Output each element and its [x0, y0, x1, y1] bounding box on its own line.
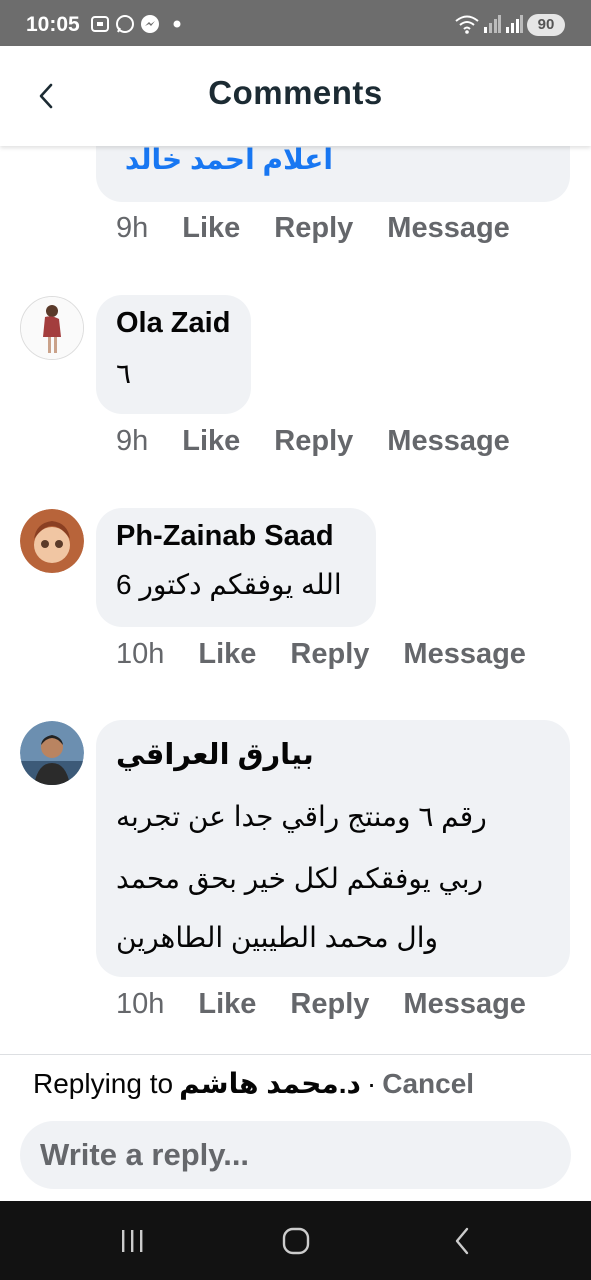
- replying-to-bar: Replying to د.محمد هاشم · Cancel: [33, 1067, 474, 1100]
- message-button[interactable]: Message: [387, 212, 510, 245]
- home-icon: [282, 1227, 310, 1255]
- comment-actions-partial: 9h Like Reply Message: [116, 212, 544, 245]
- whatsapp-icon: [115, 15, 135, 33]
- dot-icon: [172, 15, 182, 33]
- back-nav-icon: [455, 1227, 469, 1255]
- header: Comments: [0, 46, 591, 146]
- comment-text-line: رقم ٦ ومنتج راقي جدا عن تجربه: [116, 801, 487, 832]
- comment-time: 9h: [116, 212, 149, 244]
- commenter-name-partial[interactable]: اعلام احمد خالد: [125, 143, 333, 176]
- avatar[interactable]: [20, 296, 84, 360]
- home-button[interactable]: [276, 1223, 316, 1259]
- comment-time: 10h: [116, 988, 165, 1020]
- back-nav-button[interactable]: [442, 1223, 482, 1259]
- separator-dot: ·: [366, 1067, 377, 1099]
- status-time: 10:05: [26, 13, 80, 36]
- wifi-icon: [454, 15, 480, 34]
- comment-text: ٦: [116, 358, 132, 389]
- comment-actions: 9h Like Reply Message: [116, 425, 544, 458]
- reply-input[interactable]: Write a reply...: [20, 1121, 571, 1189]
- commenter-name[interactable]: Ph-Zainab Saad: [116, 520, 334, 553]
- battery-indicator: 90: [527, 14, 565, 36]
- message-button[interactable]: Message: [387, 425, 510, 458]
- recent-apps-icon: [122, 1230, 143, 1252]
- comment-time: 9h: [116, 425, 149, 457]
- message-button[interactable]: Message: [403, 638, 526, 671]
- messenger-icon: [140, 15, 160, 33]
- reply-button[interactable]: Reply: [290, 638, 369, 671]
- comment-text: الله يوفقكم دكتور 6: [116, 569, 342, 600]
- like-button[interactable]: Like: [198, 638, 256, 671]
- signal-icon: [483, 15, 501, 33]
- avatar[interactable]: [20, 721, 84, 785]
- comment-text-line: ربي يوفقكم لكل خير بحق محمد: [116, 863, 484, 894]
- comment-text-line: وال محمد الطيبين الطاهرين: [116, 922, 439, 953]
- recent-apps-button[interactable]: [112, 1223, 152, 1259]
- divider: [0, 1054, 591, 1055]
- reply-button[interactable]: Reply: [274, 212, 353, 245]
- like-button[interactable]: Like: [182, 425, 240, 458]
- screenshot-icon: [90, 15, 110, 33]
- like-button[interactable]: Like: [182, 212, 240, 245]
- signal-icon-2: [505, 15, 523, 33]
- comment-time: 10h: [116, 638, 165, 670]
- page-title: Comments: [208, 74, 383, 111]
- commenter-name[interactable]: Ola Zaid: [116, 307, 230, 340]
- cancel-reply-button[interactable]: Cancel: [382, 1068, 474, 1100]
- comment-actions: 10h Like Reply Message: [116, 988, 560, 1021]
- reply-button[interactable]: Reply: [274, 425, 353, 458]
- status-bar: 10:05 90: [0, 0, 591, 46]
- reply-target-name: د.محمد هاشم: [179, 1068, 361, 1099]
- reply-button[interactable]: Reply: [290, 988, 369, 1021]
- message-button[interactable]: Message: [403, 988, 526, 1021]
- replying-to-label: Replying to: [33, 1067, 174, 1099]
- like-button[interactable]: Like: [198, 988, 256, 1021]
- comment-actions: 10h Like Reply Message: [116, 638, 560, 671]
- commenter-name[interactable]: بيارق العراقي: [116, 737, 314, 772]
- system-nav-bar: [0, 1201, 591, 1280]
- avatar[interactable]: [20, 509, 84, 573]
